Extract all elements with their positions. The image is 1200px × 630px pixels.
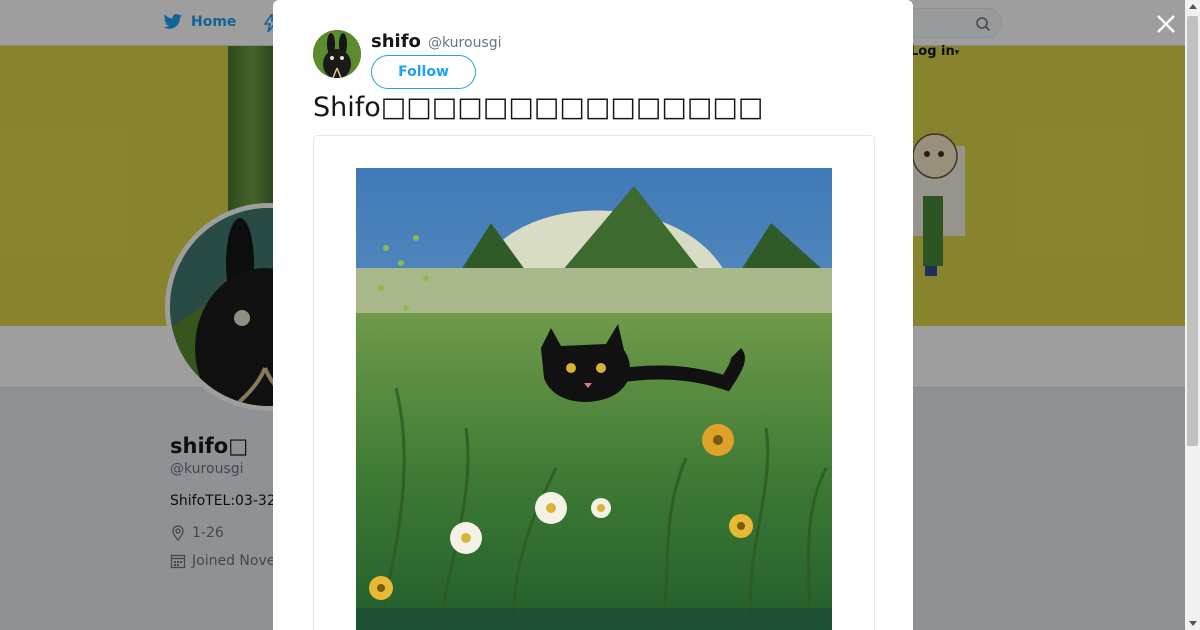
black-rabbit-avatar-image — [313, 30, 361, 78]
tweet-modal: shifo @kurousgi Follow Shifo□□□□□□□□□□□□… — [273, 0, 913, 630]
tweet-author-name[interactable]: shifo — [371, 31, 421, 52]
page-scrollbar[interactable] — [1185, 0, 1200, 630]
tweet-author-handle[interactable]: @kurousgi — [428, 35, 502, 51]
tweet-media-card[interactable] — [313, 135, 875, 630]
scroll-up-arrow-icon[interactable] — [1189, 4, 1197, 9]
tweet-media-image[interactable] — [356, 168, 832, 630]
close-icon[interactable] — [1154, 12, 1178, 36]
scrollbar-thumb[interactable] — [1187, 16, 1198, 446]
tweet-text: Shifo□□□□□□□□□□□□□□□ — [313, 92, 764, 123]
follow-button[interactable]: Follow — [371, 55, 476, 89]
scroll-down-arrow-icon[interactable] — [1189, 621, 1197, 626]
tweet-author-avatar[interactable] — [313, 30, 361, 78]
